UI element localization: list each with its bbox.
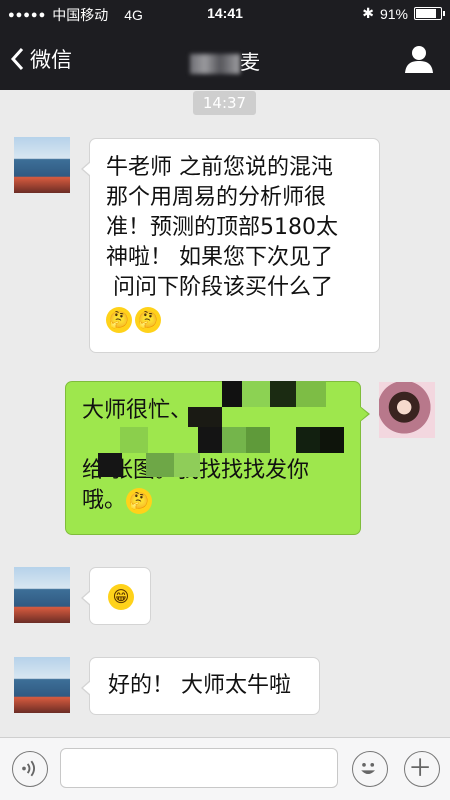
censor-mosaic xyxy=(270,381,296,407)
status-bar: ●●●●● 中国移动 4G 14:41 ✱ 91% xyxy=(0,0,450,28)
plus-icon xyxy=(411,758,429,776)
emoji-button[interactable] xyxy=(352,751,388,787)
censor-mosaic xyxy=(120,427,148,453)
voice-button[interactable] xyxy=(12,751,48,787)
chat-title: 麦 xyxy=(0,46,450,75)
thinking-emoji-icon: 🤔 xyxy=(126,488,153,514)
person-icon[interactable] xyxy=(404,44,434,74)
contact-avatar[interactable] xyxy=(14,567,70,623)
message-bubble[interactable]: 😁 xyxy=(81,567,151,625)
message-text: 牛老师 之前您说的混沌 那个用周易的分析师很 准！预测的顶部5180太 神啦！ … xyxy=(106,155,338,300)
chat-header: 微信 麦 xyxy=(0,28,450,90)
censor-mosaic xyxy=(246,427,270,453)
input-bar xyxy=(0,737,450,800)
thinking-emoji-icon: 🤔 xyxy=(106,307,132,333)
message-timestamp: 14:37 xyxy=(193,91,256,115)
message-text: 好的！ 大师太牛啦 xyxy=(108,673,291,698)
my-avatar[interactable] xyxy=(379,382,435,438)
censor-mosaic xyxy=(296,427,320,453)
contact-avatar[interactable] xyxy=(14,137,70,193)
thinking-emoji-icon: 🤔 xyxy=(135,307,161,333)
battery-icon xyxy=(414,7,445,20)
censor-mosaic xyxy=(174,453,200,477)
bluetooth-icon: ✱ xyxy=(362,5,374,21)
chat-title-visible: 麦 xyxy=(240,50,260,74)
censor-mosaic xyxy=(296,381,326,407)
censor-mosaic xyxy=(222,427,246,453)
message-bubble[interactable]: 好的！ 大师太牛啦 xyxy=(81,657,320,715)
grin-emoji-icon: 😁 xyxy=(108,584,134,610)
add-button[interactable] xyxy=(404,751,440,787)
battery-percent: 91% xyxy=(379,5,408,22)
censored-name-part xyxy=(190,53,240,74)
censor-mosaic xyxy=(320,427,344,453)
censor-mosaic xyxy=(146,453,174,477)
message-input[interactable] xyxy=(60,748,338,788)
censor-mosaic xyxy=(222,381,242,407)
message-bubble[interactable]: 牛老师 之前您说的混沌 那个用周易的分析师很 准！预测的顶部5180太 神啦！ … xyxy=(81,138,380,353)
contact-avatar[interactable] xyxy=(14,657,70,713)
censor-mosaic xyxy=(98,453,122,477)
voice-icon xyxy=(22,760,35,777)
censor-mosaic xyxy=(242,381,270,407)
status-right: ✱ 91% xyxy=(362,5,445,22)
smile-icon xyxy=(361,763,375,774)
censor-mosaic xyxy=(188,407,222,427)
message-line-4: 哦。 xyxy=(82,488,127,513)
censor-mosaic xyxy=(198,427,222,453)
